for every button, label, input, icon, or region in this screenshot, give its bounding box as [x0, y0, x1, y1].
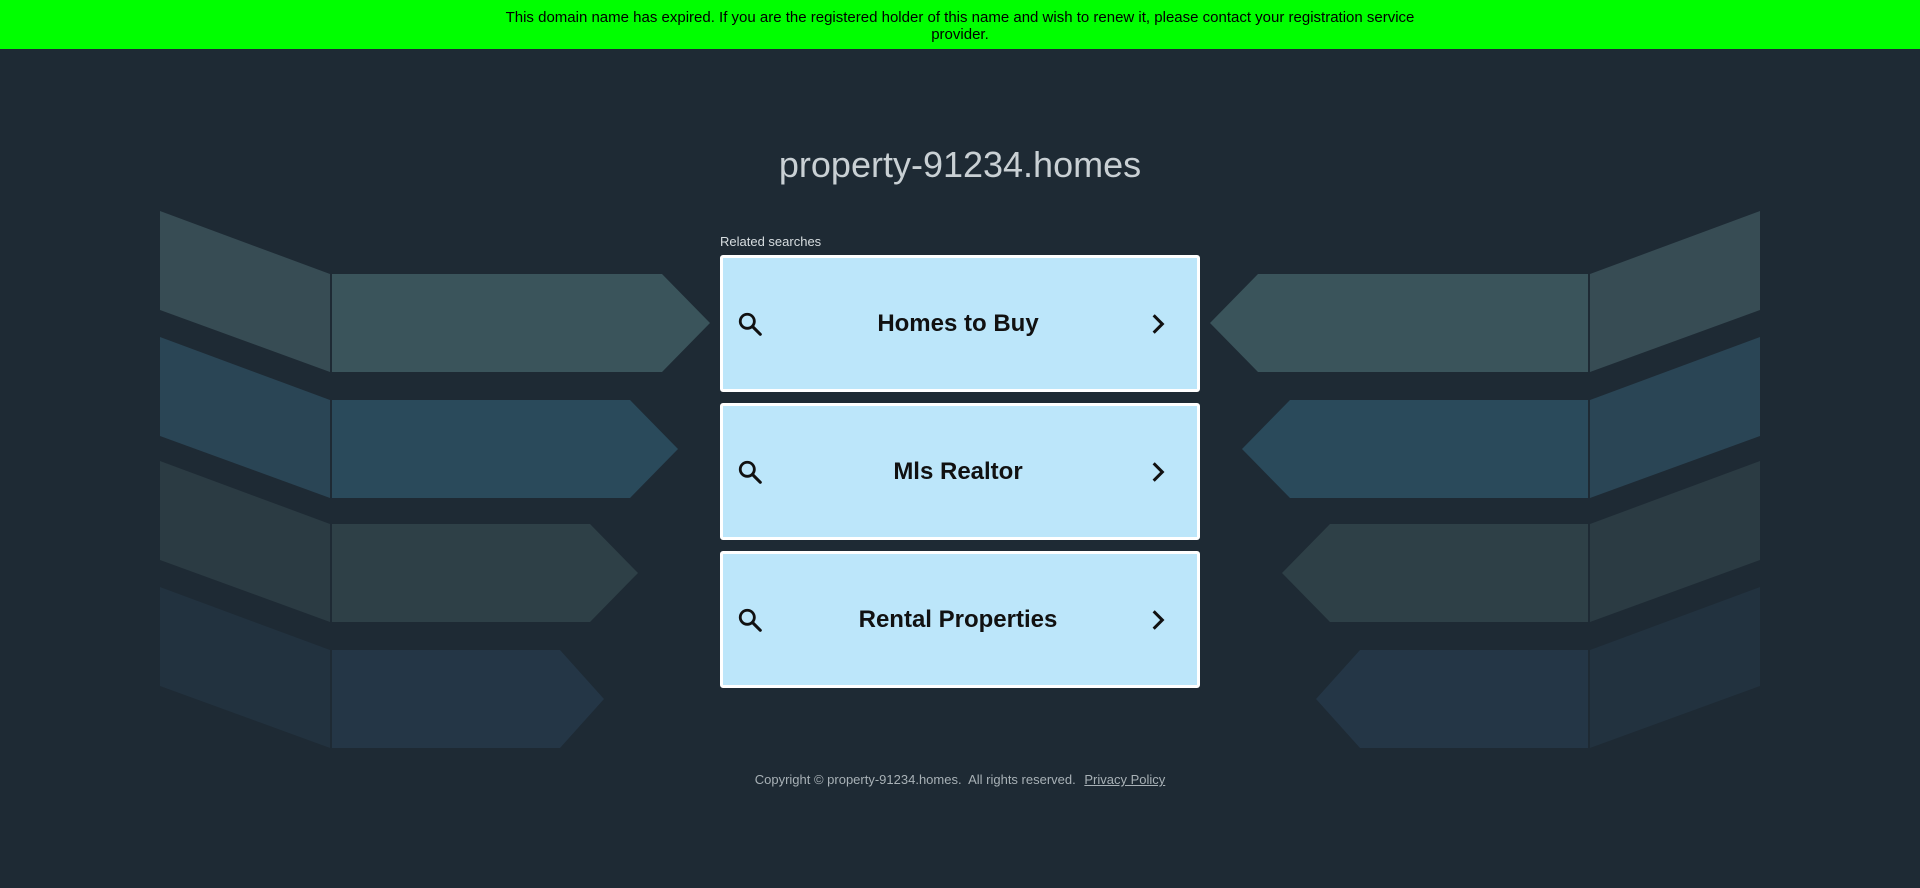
chevron-right-icon: [1152, 314, 1165, 334]
related-link-mls-realtor[interactable]: Mls Realtor: [720, 403, 1200, 540]
related-link-label: Mls Realtor: [893, 458, 1023, 485]
copyright-text: Copyright © property-91234.homes. All ri…: [754, 772, 1076, 787]
privacy-policy-link[interactable]: Privacy Policy: [1084, 772, 1165, 787]
related-link-rental-properties[interactable]: Rental Properties: [720, 551, 1200, 688]
related-link-label: Rental Properties: [858, 606, 1058, 633]
right-arrow-1: [1210, 211, 1760, 372]
chevron-right-icon: [1152, 462, 1165, 482]
domain-title: property-91234.homes: [778, 144, 1142, 185]
related-link-label: Homes to Buy: [877, 310, 1039, 337]
left-arrow-1: [160, 211, 710, 372]
footer: Copyright © property-91234.homes. All ri…: [0, 772, 1920, 788]
chevron-right-icon: [1152, 610, 1165, 630]
related-link-homes-to-buy[interactable]: Homes to Buy: [720, 255, 1200, 392]
related-searches-label: Related searches: [720, 234, 822, 249]
